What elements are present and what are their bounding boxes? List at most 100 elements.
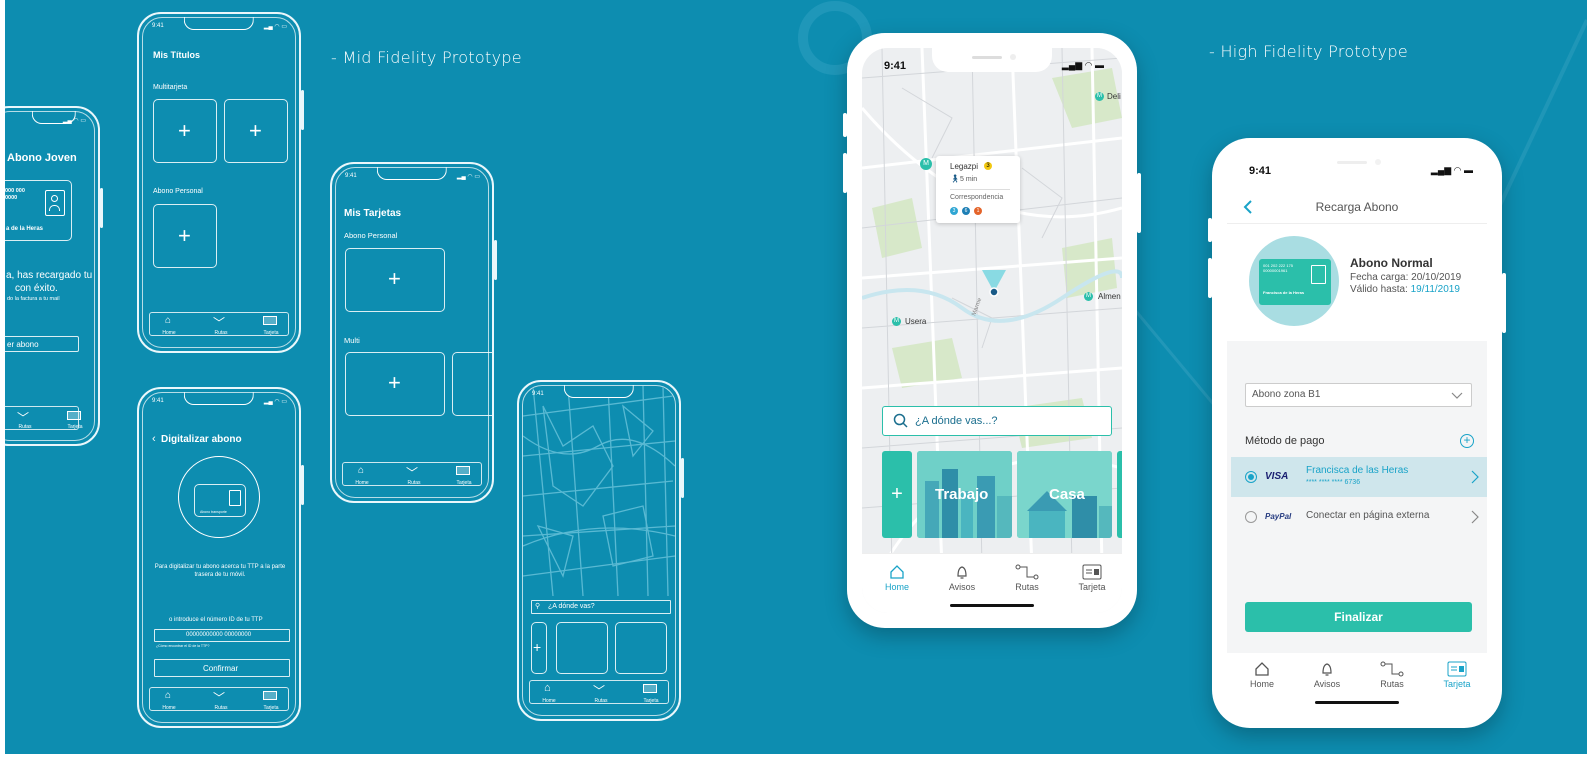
map-screen: 9:41 ▂▄▆ ◠ ▬ M Deli M Almen M Usera Marm… — [862, 48, 1122, 613]
tab-rutas[interactable]: Rutas — [15, 424, 35, 430]
help-link[interactable]: ¿Cómo encontrar el ID de la TTP? — [156, 644, 209, 648]
station-popup[interactable]: Legazpi 3 🚶︎ 5 min Correspondencia 3 6 1 — [936, 156, 1020, 223]
nav-home[interactable]: Home — [1237, 661, 1287, 689]
card-tab-icon[interactable] — [263, 691, 277, 700]
status-icons: ▂▄▆ ◠ ▬ — [1061, 60, 1104, 70]
search-placeholder: ¿A dónde vas...? — [915, 415, 998, 427]
bell-icon — [957, 566, 967, 579]
popup-divider — [950, 189, 1010, 190]
status-icons: ▂▄ ◠ ▭ — [263, 24, 287, 30]
chevron-right-icon — [1471, 510, 1479, 524]
tab-rutas[interactable]: Rutas — [591, 698, 611, 704]
map-label-usera: Usera — [905, 317, 927, 326]
nav-home[interactable]: Home — [872, 564, 922, 592]
home-icon[interactable]: ⌂ — [358, 465, 364, 476]
wireframe-phone-mis-titulos: 9:41 ▂▄ ◠ ▭ Mis Títulos Multitarjeta + +… — [137, 12, 304, 353]
payment-option-paypal[interactable]: PayPal Conectar en página externa — [1231, 497, 1487, 537]
bottom-nav: Home Avisos Rutas Tarjeta — [1227, 653, 1487, 713]
home-icon[interactable]: ⌂ — [165, 315, 171, 326]
place-label: Trabajo — [935, 486, 989, 503]
card-tab-icon[interactable] — [67, 411, 81, 420]
tab-tarjeta[interactable]: Tarjeta — [259, 330, 283, 336]
radio-selected[interactable] — [1245, 471, 1257, 483]
payment-option-visa[interactable]: VISA Francisca de las Heras **** **** **… — [1231, 457, 1487, 497]
home-icon[interactable]: ⌂ — [165, 690, 171, 701]
card-tab-icon[interactable] — [456, 466, 470, 475]
side-button — [1502, 273, 1506, 333]
search-icon: ⚲ — [535, 603, 541, 610]
home-indicator — [950, 604, 1034, 607]
wireframe-phone-mis-tarjetas: 9:41 ▂▄ ◠ ▭ Mis Tarjetas Abono Personal … — [330, 162, 497, 503]
page-title: Mis Tarjetas — [344, 208, 402, 219]
valido-row: Válido hasta: 19/11/2019 — [1350, 284, 1460, 295]
status-time: 9:41 — [1249, 165, 1272, 177]
side-button — [843, 113, 847, 137]
routes-icon[interactable]: ﹀ — [593, 682, 605, 699]
page-title: Digitalizar abono — [161, 434, 242, 445]
header-divider — [1227, 223, 1487, 224]
status-time: 9:41 — [884, 60, 907, 72]
success-message-2: con éxito. — [15, 283, 58, 294]
add-place-button[interactable]: + — [882, 451, 912, 538]
add-card-slot[interactable] — [452, 352, 492, 416]
route-icon — [1380, 661, 1404, 677]
tab-rutas[interactable]: Rutas — [211, 705, 231, 711]
place-card[interactable] — [556, 622, 608, 674]
id-input-value: 00000000000 00000000 — [186, 632, 252, 638]
nav-rutas[interactable]: Rutas — [1367, 661, 1417, 689]
card-holder: Francisca de la Heras — [1263, 290, 1305, 295]
search-input[interactable]: ¿A dónde vas...? — [882, 406, 1112, 436]
walk-icon: 🚶︎ — [950, 174, 961, 183]
tab-tarjeta[interactable]: Tarjeta — [259, 705, 283, 711]
tab-tarjeta[interactable]: Tarjeta — [639, 698, 663, 704]
back-icon[interactable]: ‹ — [152, 433, 156, 445]
home-icon[interactable]: ⌂ — [544, 682, 551, 694]
fecha-row: Fecha carga: 20/10/2019 — [1350, 272, 1462, 283]
tab-tarjeta[interactable]: Tarjeta — [452, 480, 476, 486]
tab-rutas[interactable]: Rutas — [211, 330, 231, 336]
nav-tarjeta[interactable]: Tarjeta — [1432, 661, 1482, 689]
card-number: 000 000 0000 — [5, 188, 25, 202]
tab-rutas[interactable]: Rutas — [404, 480, 424, 486]
tab-home[interactable]: Home — [352, 480, 372, 486]
radio-unselected[interactable] — [1245, 511, 1257, 523]
tab-home[interactable]: Home — [539, 698, 559, 704]
place-card-trabajo[interactable]: Trabajo — [917, 451, 1012, 538]
add-payment-button[interactable]: + — [1460, 434, 1474, 448]
tab-home[interactable]: Home — [159, 705, 179, 711]
finish-label: Finalizar — [1334, 610, 1383, 624]
phone-notch — [183, 392, 255, 405]
tab-home[interactable]: Home — [159, 330, 179, 336]
routes-icon[interactable]: ﹀ — [406, 464, 418, 481]
phone-notch — [563, 385, 635, 398]
id-photo-icon — [1311, 265, 1326, 284]
nav-rutas[interactable]: Rutas — [1002, 564, 1052, 592]
presentation-canvas: - Mid Fidelity Prototype - High Fidelity… — [5, 0, 1587, 754]
status-icons: ▂▄ ◠ ▭ — [456, 174, 480, 180]
nav-avisos[interactable]: Avisos — [1302, 661, 1352, 689]
mid-fidelity-caption: - Mid Fidelity Prototype — [331, 48, 522, 67]
tab-tarjeta[interactable]: Tarjeta — [63, 424, 87, 430]
nav-tarjeta[interactable]: Tarjeta — [1067, 564, 1117, 592]
card-tab-icon[interactable] — [643, 684, 657, 693]
place-card[interactable] — [615, 622, 667, 674]
place-card-casa[interactable]: Casa — [1017, 451, 1112, 538]
action-button-label: er abono — [7, 340, 39, 349]
routes-icon[interactable]: ﹀ — [213, 314, 225, 331]
place-card-partial[interactable] — [1117, 451, 1122, 538]
map-label-almen: Almen — [1098, 292, 1121, 301]
id-photo-icon — [45, 190, 65, 216]
nav-avisos[interactable]: Avisos — [937, 564, 987, 592]
finish-button[interactable]: Finalizar — [1245, 602, 1472, 632]
section-abono-personal: Abono Personal — [153, 188, 203, 195]
plus-icon: + — [533, 639, 542, 655]
status-time: 9:41 — [532, 391, 544, 397]
routes-icon[interactable]: ﹀ — [213, 689, 225, 706]
map-label-deli: Deli — [1107, 92, 1121, 101]
card-tab-icon[interactable] — [263, 316, 277, 325]
alt-instruction: o introduce el número ID de tu TTP — [169, 617, 263, 623]
instruction-text: Para digitalizar tu abono acerca tu TTP … — [154, 564, 286, 579]
card-icon — [1082, 564, 1102, 580]
place-label: Casa — [1049, 486, 1085, 503]
zone-select[interactable]: Abono zona B1 — [1245, 383, 1472, 407]
